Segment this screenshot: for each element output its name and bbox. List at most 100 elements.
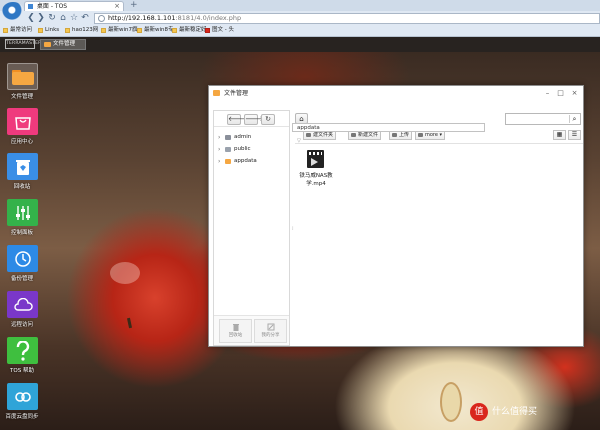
list-view-button[interactable]: ☰ — [568, 130, 581, 140]
desktop-tile — [7, 337, 38, 364]
page-info-icon[interactable] — [98, 15, 105, 22]
window-titlebar[interactable]: 文件管理 – □ × — [209, 86, 583, 102]
desktop-tile — [7, 153, 38, 180]
cloud-icon — [13, 297, 33, 311]
bookmark-item[interactable]: 图文 - 头 — [205, 25, 234, 36]
bookmark-label: 最常访问 — [10, 27, 33, 33]
file-manager-window[interactable]: 文件管理 – □ × 🡐 🡒 ↻ › admin › public › appd… — [208, 85, 584, 347]
desktop-icon-baidu-sync[interactable]: 百度云盘同步 — [3, 383, 41, 430]
browser-chrome: 桌面 - TOS × + ❮ ❯ ↻ ⌂ ☆ ↶ http://192.168.… — [0, 0, 600, 37]
watermark: 值什么值得买 — [470, 402, 537, 422]
tree-item-public[interactable]: › public — [218, 145, 251, 154]
watermark-badge: 值 — [470, 402, 488, 421]
bookmark-page-icon — [65, 28, 70, 33]
baidu-cloud-icon — [14, 391, 31, 402]
desktop-icon-label: 文件管理 — [10, 94, 33, 100]
url-host: http://192.168.1.101 — [108, 14, 176, 22]
desktop-icon-label: TOS 帮助 — [10, 368, 34, 374]
tree-item-label: appdata — [234, 158, 257, 164]
desktop-icon-label: 百度云盘同步 — [5, 414, 39, 420]
toolbar-label: 新建文件 — [358, 132, 379, 138]
nav-row: ❮ ❯ ↻ ⌂ ☆ ↶ http://192.168.1.101:8181/4.… — [0, 12, 600, 25]
file-item[interactable]: 铁马威NAS教学.mp4 — [297, 148, 335, 194]
search-icon[interactable]: ⌕ — [569, 115, 579, 123]
close-icon[interactable]: × — [570, 88, 579, 98]
back-icon[interactable]: ❮ — [26, 13, 36, 23]
tab-close-icon[interactable]: × — [114, 2, 120, 11]
search-input[interactable]: ⌕ — [505, 113, 581, 125]
menu-icon — [418, 133, 423, 137]
home-icon[interactable]: ⌂ — [58, 13, 68, 23]
bookmark-folder-icon — [38, 28, 43, 33]
bookmark-item[interactable]: hao123网 — [65, 25, 98, 36]
bookmark-item[interactable]: 最新win8专 — [137, 25, 174, 36]
tree-item-admin[interactable]: › admin — [218, 133, 251, 142]
desktop-tile — [7, 63, 38, 90]
panel-splitter[interactable]: ⁞ — [292, 226, 294, 234]
divider — [295, 143, 583, 144]
desktop-tile — [7, 291, 38, 318]
folder-add-icon — [306, 133, 311, 137]
shared-folder-icon — [225, 147, 231, 152]
terramaster-logo: TERRAMASTER — [5, 39, 41, 49]
bookmarks-bar: 最常访问 Links hao123网 最新win7旗 最新win8专 最新稳定好… — [0, 25, 600, 36]
history-icon[interactable]: ↶ — [80, 13, 90, 23]
back-button[interactable]: 🡐 — [227, 114, 247, 125]
forward-icon[interactable]: ❯ — [36, 13, 46, 23]
share-icon — [267, 323, 274, 331]
toolbar-label: more ▾ — [425, 132, 443, 138]
maximize-icon[interactable]: □ — [556, 88, 565, 98]
bookmark-label: 最新win7旗 — [108, 27, 138, 33]
recycle-bin-button[interactable]: 回收站 — [219, 319, 252, 343]
bookmark-page-icon — [137, 28, 142, 33]
bookmark-folder-icon — [3, 28, 8, 33]
favorite-star-icon[interactable]: ☆ — [69, 13, 79, 23]
recycle-bin-icon — [15, 159, 30, 175]
folder-icon — [44, 42, 51, 47]
url-path: :8181/4.0/index.php — [175, 14, 242, 22]
folder-icon — [225, 159, 231, 164]
forward-button[interactable]: 🡒 — [244, 114, 264, 125]
minimize-icon[interactable]: – — [543, 88, 552, 98]
grid-view-button[interactable]: ▦ — [553, 130, 566, 140]
bookmark-label: Links — [45, 27, 60, 33]
tab-title: 桌面 - TOS — [36, 3, 68, 10]
desktop-icon-label: 备份管理 — [10, 276, 33, 282]
bookmark-label: 最新稳定好 — [179, 27, 207, 33]
tos-taskbar: TERRAMASTER 文件管理 — [0, 37, 600, 52]
expand-arrow-icon[interactable]: › — [218, 157, 222, 166]
expand-arrow-icon[interactable]: › — [218, 133, 222, 142]
bookmark-page-icon — [101, 28, 106, 33]
window-title: 文件管理 — [224, 90, 249, 97]
address-bar[interactable]: http://192.168.1.101:8181/4.0/index.php — [94, 13, 600, 24]
new-tab-button[interactable]: + — [130, 1, 138, 10]
desktop-tile — [7, 245, 38, 272]
tab-active[interactable]: 桌面 - TOS × — [24, 1, 124, 11]
desktop-icon-label: 回收站 — [13, 184, 31, 190]
clock-icon — [14, 250, 31, 267]
bookmark-item[interactable]: 最新win7旗 — [101, 25, 138, 36]
bookmark-item[interactable]: 最常访问 — [3, 25, 32, 36]
expand-arrow-icon[interactable]: › — [218, 145, 222, 154]
my-share-label: 我的分享 — [261, 333, 280, 338]
wallpaper-apple-stem — [126, 317, 133, 329]
bookmark-page-icon — [172, 28, 177, 33]
bookmark-label: 最新win8专 — [144, 27, 174, 33]
bookmark-item[interactable]: 最新稳定好 — [172, 25, 207, 36]
my-share-button[interactable]: 我的分享 — [254, 319, 287, 343]
tree-item-appdata[interactable]: › appdata — [218, 157, 257, 166]
user-folder-icon — [225, 135, 231, 140]
question-icon — [16, 340, 29, 361]
folder-tree-panel: 🡐 🡒 ↻ › admin › public › appdata 回收站 我的分… — [213, 110, 290, 346]
taskbar-item-file-manager[interactable]: 文件管理 — [40, 39, 86, 50]
file-add-icon — [351, 133, 356, 137]
desktop-tile — [7, 108, 38, 135]
bookmark-page-icon — [205, 28, 210, 33]
bookmark-item[interactable]: Links — [38, 25, 59, 36]
recycle-bin-label: 回收站 — [228, 333, 243, 338]
reload-icon[interactable]: ↻ — [47, 13, 57, 23]
upload-icon — [392, 133, 397, 137]
bookmark-label: 图文 - 头 — [212, 27, 234, 33]
path-input[interactable]: appdata — [292, 123, 485, 132]
refresh-button[interactable]: ↻ — [261, 114, 275, 125]
